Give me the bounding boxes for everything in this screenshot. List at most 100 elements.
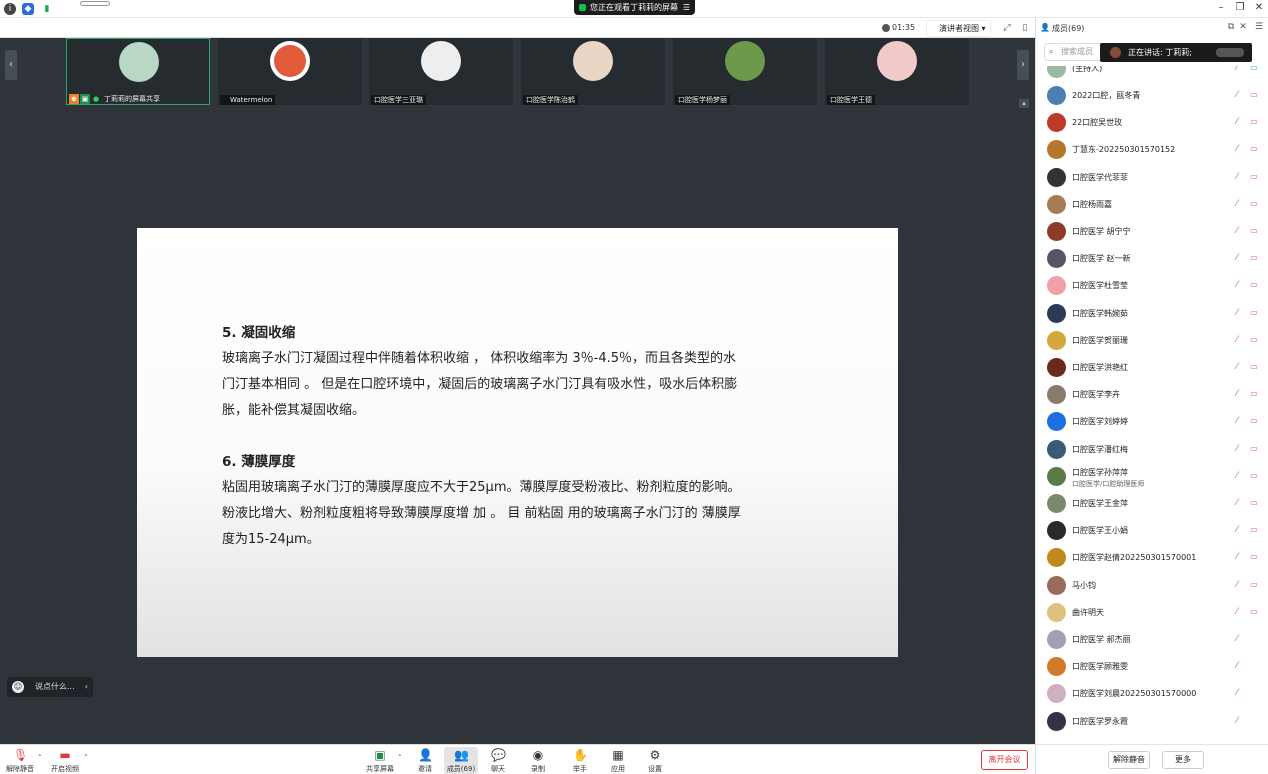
sidebar-toggle-icon[interactable]: ▯	[1019, 22, 1031, 34]
settings-button[interactable]: ⚙ 设置	[638, 747, 672, 774]
leave-meeting-button[interactable]: 离开会议	[981, 750, 1028, 770]
mic-muted-icon[interactable]: ⁄	[1232, 607, 1242, 617]
fullscreen-icon[interactable]: ⤢	[1001, 22, 1013, 34]
participant-row[interactable]: 口腔医学刘婷婷 ⁄ ▭	[1036, 408, 1268, 435]
participant-row[interactable]: 口腔医学 胡宁宁 ⁄ ▭	[1036, 218, 1268, 245]
restore-icon[interactable]: ❐	[1233, 2, 1247, 13]
apps-button[interactable]: ▦ 应用	[601, 747, 635, 774]
members-button[interactable]: 👥 成员(69)	[444, 747, 478, 774]
camera-off-icon[interactable]: ▭	[1248, 444, 1260, 454]
mic-muted-icon[interactable]: ⁄	[1232, 525, 1242, 535]
mic-icon[interactable]: ⁄	[1232, 66, 1242, 73]
participant-row[interactable]: 口腔医学潘红梅 ⁄ ▭	[1036, 436, 1268, 463]
video-tile[interactable]: Watermelon	[218, 38, 362, 105]
participant-row[interactable]: 口腔医学李卉 ⁄ ▭	[1036, 381, 1268, 408]
more-button[interactable]: 更多	[1162, 751, 1204, 769]
camera-off-icon[interactable]: ▭	[1248, 308, 1260, 318]
menu-lines-icon[interactable]: ☰	[1253, 22, 1265, 32]
camera-off-icon[interactable]: ▭	[1248, 117, 1260, 127]
camera-off-icon[interactable]: ▭	[1248, 525, 1260, 535]
mic-icon[interactable]: ⁄	[1232, 661, 1242, 671]
mic-icon[interactable]: ⁄	[1232, 688, 1242, 698]
participant-row[interactable]: 2022口腔，瓯冬青 ⁄ ▭	[1036, 82, 1268, 109]
chevron-up-icon[interactable]: ˄	[398, 754, 402, 762]
participant-row[interactable]: 口腔医学代菲菲 ⁄ ▭	[1036, 164, 1268, 191]
mic-muted-icon[interactable]: ⁄	[1232, 416, 1242, 426]
camera-off-icon[interactable]: ▭	[1248, 226, 1260, 236]
participant-row[interactable]: 口腔医学顾雅雯 ⁄	[1036, 653, 1268, 680]
video-tile[interactable]: 口腔医学王德	[825, 38, 969, 105]
participant-list[interactable]: (主持人) ⁄ ▭ 2022口腔，瓯冬青 ⁄ ▭ 22口腔吴世玫 ⁄ ▭ 丁慧东-20225030…	[1036, 66, 1268, 744]
camera-off-icon[interactable]: ▭	[1248, 144, 1260, 154]
video-tile[interactable]: ♚ ▣ ● 丁莉莉的屏幕共享	[66, 38, 210, 105]
layout-select[interactable]: 演讲者视图 ▾	[926, 20, 991, 37]
participant-row[interactable]: 口腔医学罗永霞 ⁄	[1036, 708, 1268, 735]
participant-row[interactable]: 曲许明天 ⁄ ▭	[1036, 599, 1268, 626]
close-icon[interactable]: ✕	[1252, 2, 1266, 13]
camera-off-icon[interactable]: ▭	[1248, 498, 1260, 508]
camera-off-icon[interactable]: ▭	[1248, 172, 1260, 182]
mic-muted-icon[interactable]: ⁄	[1232, 253, 1242, 263]
chevron-up-icon[interactable]: ˄	[38, 754, 42, 762]
mic-muted-icon[interactable]: ⁄	[1232, 362, 1242, 372]
mic-muted-icon[interactable]: ⁄	[1232, 471, 1242, 481]
participant-row[interactable]: 丁慧东-202250301570152 ⁄ ▭	[1036, 136, 1268, 163]
participant-row[interactable]: 口腔医学刘晨202250301570000 ⁄	[1036, 680, 1268, 707]
participant-row[interactable]: 口腔医学赵倩202250301570001 ⁄ ▭	[1036, 544, 1268, 571]
chat-input-pill[interactable]: ☺ 说点什么... ‹	[7, 677, 93, 697]
participant-row[interactable]: (主持人) ⁄ ▭	[1036, 66, 1268, 82]
record-button[interactable]: ◉ 录制	[521, 747, 555, 774]
video-tile[interactable]: 口腔医学杨梦丽	[673, 38, 817, 105]
camera-off-icon[interactable]: ▭	[1248, 416, 1260, 426]
member-search-input[interactable]: ⌕ 搜索成员	[1044, 43, 1104, 61]
participant-row[interactable]: 口腔医学孙萍萍 口腔医学/口腔助理医师 ⁄ ▭	[1036, 463, 1268, 490]
camera-off-icon[interactable]: ▭	[1248, 362, 1260, 372]
invite-button[interactable]: 👤 邀请	[408, 747, 442, 774]
mic-muted-icon[interactable]: ⁄	[1232, 144, 1242, 154]
participant-row[interactable]: 口腔医学杜雪莹 ⁄ ▭	[1036, 272, 1268, 299]
mic-muted-icon[interactable]: ⁄	[1232, 117, 1242, 127]
camera-off-icon[interactable]: ▭	[1248, 607, 1260, 617]
screen-share-banner[interactable]: 您正在观看丁莉莉的屏幕 ☰	[574, 0, 695, 15]
participant-row[interactable]: 口腔医学王金萍 ⁄ ▭	[1036, 490, 1268, 517]
mic-muted-icon[interactable]: ⁄	[1232, 308, 1242, 318]
camera-off-icon[interactable]: ▭	[1248, 389, 1260, 399]
camera-off-icon[interactable]: ▭	[1248, 280, 1260, 290]
mic-muted-icon[interactable]: ⁄	[1232, 498, 1242, 508]
info-icon[interactable]: i	[4, 3, 16, 15]
video-tile[interactable]: 口腔医学三亚璐	[369, 38, 513, 105]
camera-off-icon[interactable]: ▭	[1248, 552, 1260, 562]
chat-button[interactable]: 💬 聊天	[481, 747, 515, 774]
share-screen-button[interactable]: ▣ 共享屏幕	[363, 747, 397, 774]
mic-muted-icon[interactable]: ⁄	[1232, 280, 1242, 290]
minimize-icon[interactable]: –	[1214, 2, 1228, 13]
mic-icon[interactable]: ⁄	[1232, 716, 1242, 726]
mic-muted-icon[interactable]: ⁄	[1232, 199, 1242, 209]
emoji-icon[interactable]: ☺	[12, 681, 24, 693]
chevron-left-icon[interactable]: ‹	[85, 677, 88, 697]
camera-off-icon[interactable]: ▭	[1248, 335, 1260, 345]
chevron-up-icon[interactable]: ˄	[84, 754, 88, 762]
camera-off-icon[interactable]: ▭	[1248, 90, 1260, 100]
participant-row[interactable]: 口腔医学 郝杰丽 ⁄	[1036, 626, 1268, 653]
participant-row[interactable]: 口腔杨雨嘉 ⁄ ▭	[1036, 191, 1268, 218]
participant-row[interactable]: 马小钧 ⁄ ▭	[1036, 572, 1268, 599]
mic-muted-icon[interactable]: ⁄	[1232, 580, 1242, 590]
signal-icon[interactable]: ▮	[41, 3, 53, 15]
participant-row[interactable]: 口腔医学贺丽珊 ⁄ ▭	[1036, 327, 1268, 354]
drag-handle[interactable]	[80, 1, 110, 6]
strip-prev-button[interactable]: ‹	[5, 50, 17, 80]
mic-muted-icon[interactable]: ⁄	[1232, 444, 1242, 454]
mute-button[interactable]: 🎙 解除静音	[3, 747, 37, 774]
popout-icon[interactable]: ⧉	[1225, 22, 1237, 32]
mic-muted-icon[interactable]: ⁄	[1232, 389, 1242, 399]
mic-muted-icon[interactable]: ⁄	[1232, 226, 1242, 236]
shield-icon[interactable]: ◆	[22, 3, 34, 15]
camera-off-icon[interactable]: ▭	[1248, 66, 1260, 73]
participant-row[interactable]: 口腔医学洪艳红 ⁄ ▭	[1036, 354, 1268, 381]
video-button[interactable]: ▬ 开启视频	[48, 747, 82, 774]
unmute-all-button[interactable]: 解除静音	[1108, 751, 1150, 769]
participant-row[interactable]: 口腔医学韩婉茹 ⁄ ▭	[1036, 300, 1268, 327]
strip-next-button[interactable]: ›	[1017, 50, 1029, 80]
mic-muted-icon[interactable]: ⁄	[1232, 335, 1242, 345]
